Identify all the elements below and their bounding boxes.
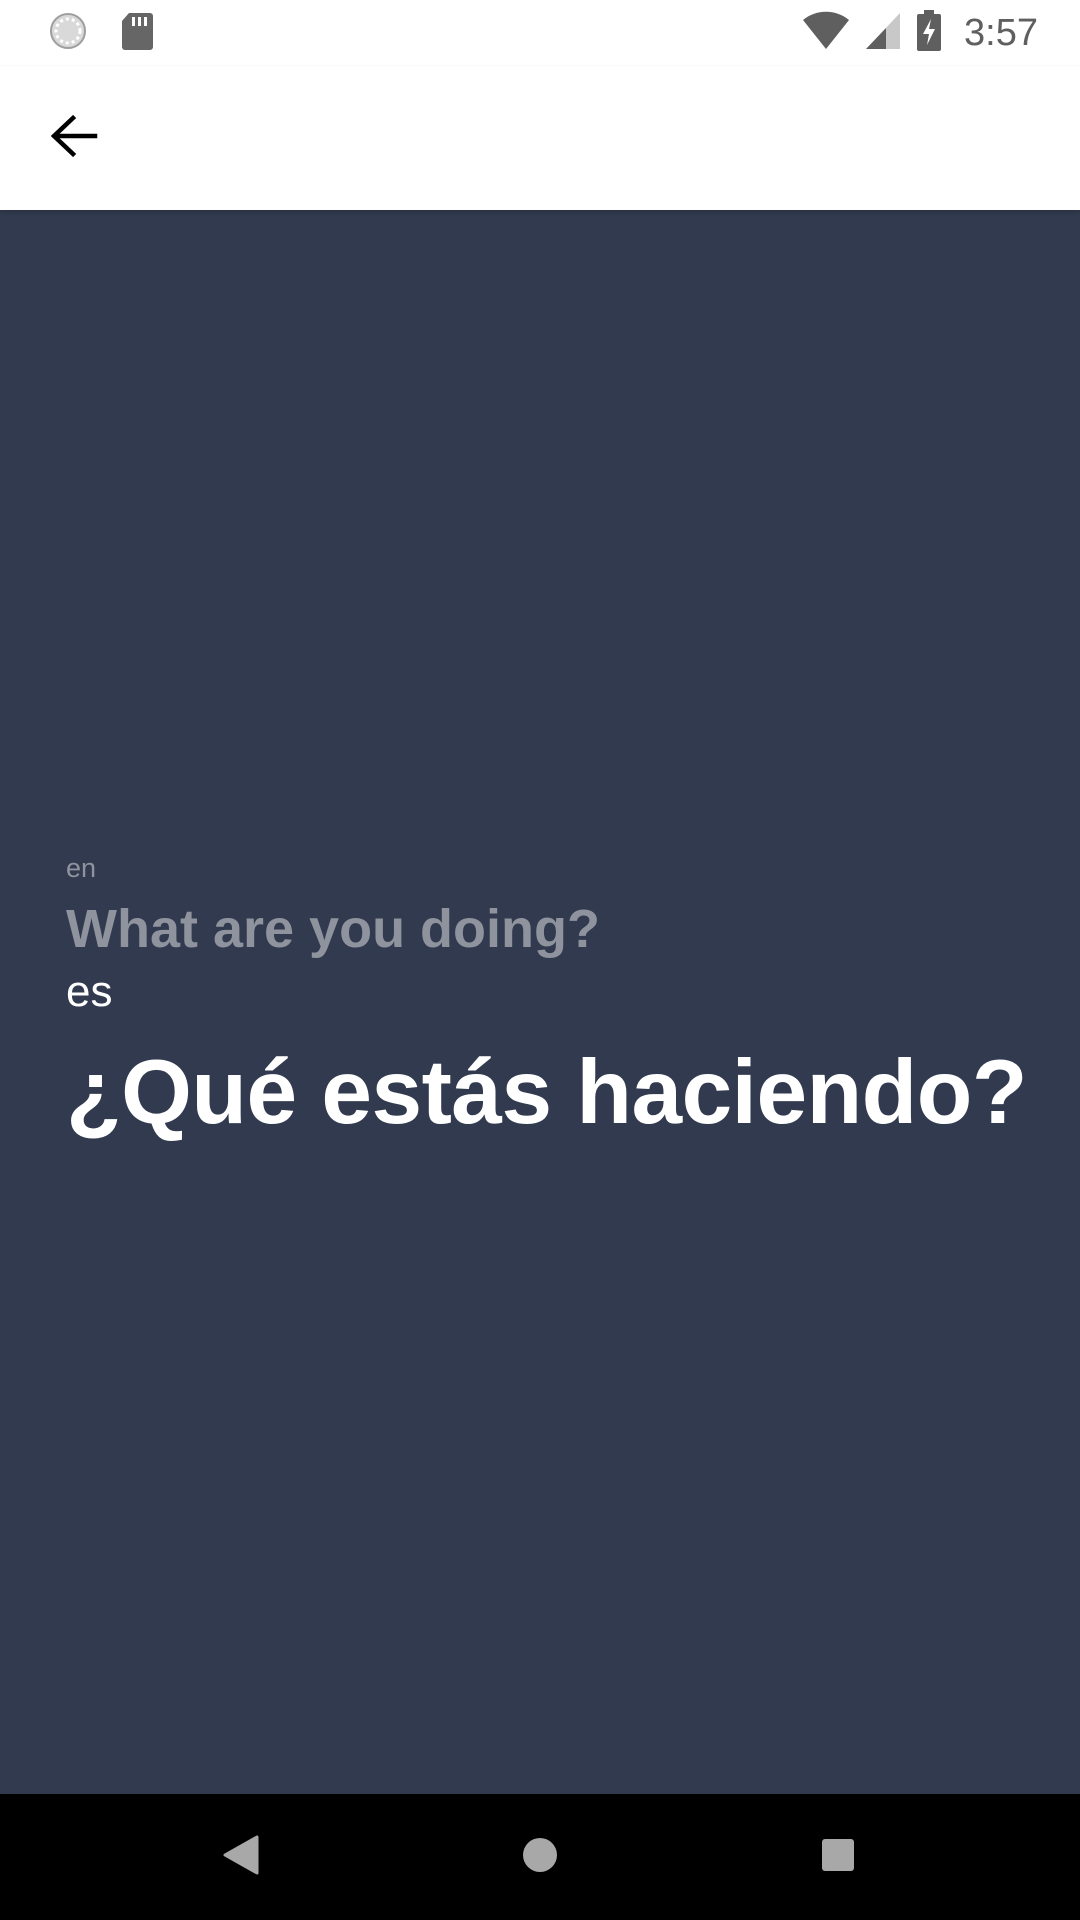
nav-home-button[interactable] [504,1821,576,1893]
status-right-icons: 3:57 [802,9,1038,57]
cell-signal-icon [864,11,902,56]
wifi-icon [802,11,850,56]
back-button[interactable] [28,104,120,172]
status-left-icons [48,12,154,54]
source-text: What are you doing? [66,899,600,959]
system-navigation-bar [0,1794,1080,1920]
nav-home-icon [520,1835,560,1880]
nav-recents-button[interactable] [802,1821,874,1893]
sync-icon [48,11,88,56]
translation-view: en What are you doing? es ¿Qué estás hac… [0,210,1080,1794]
target-text: ¿Qué estás haciendo? [66,1042,1027,1143]
status-time: 3:57 [964,11,1038,54]
sd-card-icon [120,11,154,56]
screen: 3:57 en What are you doing? es ¿Qué está… [0,0,1080,1920]
app-bar [0,66,1080,210]
arrow-left-icon [49,114,99,163]
translation-block: en What are you doing? es ¿Qué estás hac… [66,850,1027,1148]
status-bar: 3:57 [0,0,1080,66]
battery-charging-icon [916,9,942,57]
source-language-label: en [66,853,97,883]
nav-recents-icon [819,1836,857,1879]
nav-back-button[interactable] [205,1821,277,1893]
target-language-label: es [66,967,113,1016]
nav-back-icon [221,1834,261,1881]
